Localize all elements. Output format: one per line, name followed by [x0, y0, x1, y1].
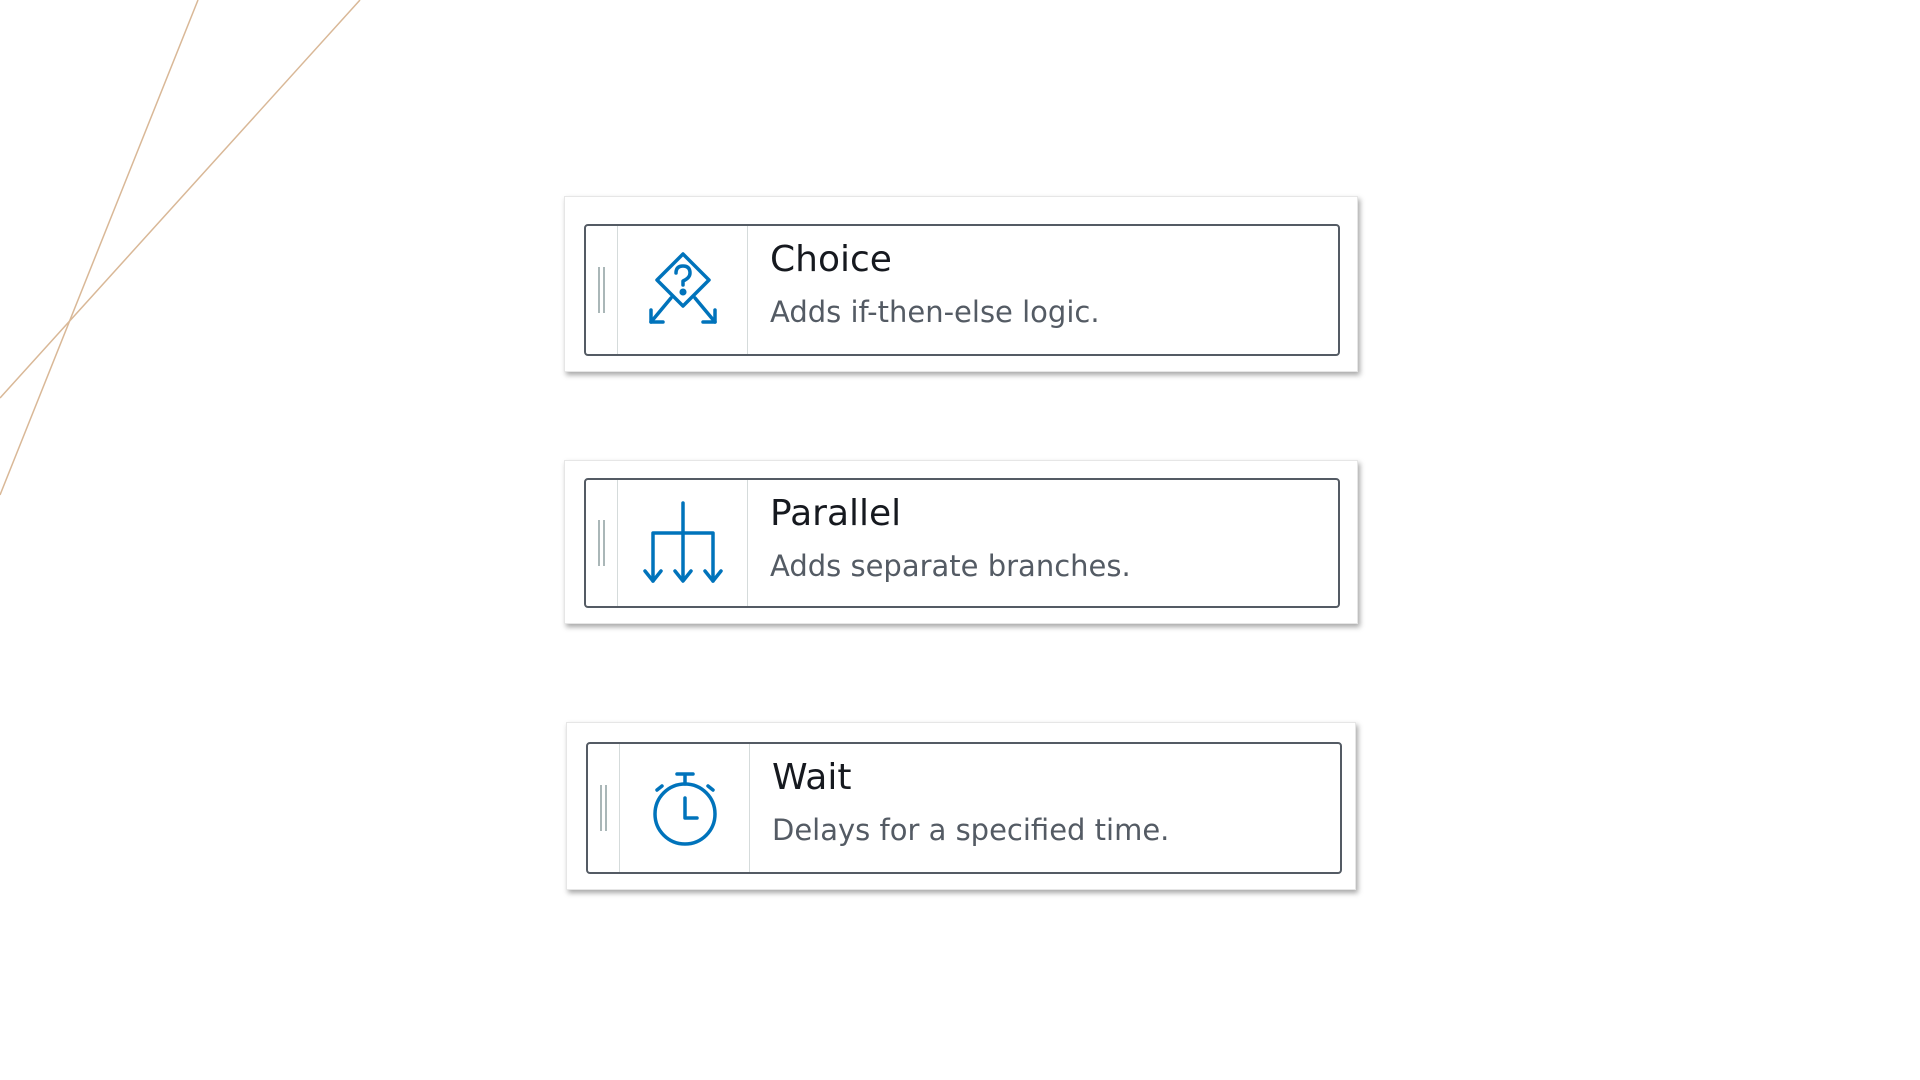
state-title: Choice — [770, 239, 892, 280]
state-description: Delays for a specified time. — [772, 813, 1170, 847]
choice-diamond-question-icon — [648, 252, 717, 324]
state-title: Wait — [772, 757, 852, 798]
choice-icon-cell — [618, 226, 748, 354]
state-description: Adds separate branches. — [770, 549, 1131, 583]
drag-handle[interactable] — [588, 744, 620, 872]
grip-icon — [598, 267, 605, 313]
wait-icon-cell — [620, 744, 750, 872]
state-item-choice[interactable]: Choice Adds if-then-else logic. — [584, 224, 1340, 356]
state-description: Adds if-then-else logic. — [770, 295, 1100, 329]
state-item-parallel[interactable]: Parallel Adds separate branches. — [584, 478, 1340, 608]
drag-handle[interactable] — [586, 226, 618, 354]
stopwatch-icon — [652, 772, 717, 846]
parallel-icon-cell — [618, 480, 748, 606]
state-title: Parallel — [770, 493, 902, 534]
drag-handle[interactable] — [586, 480, 618, 606]
grip-icon — [600, 785, 607, 831]
grip-icon — [598, 520, 605, 566]
state-item-wait[interactable]: Wait Delays for a specified time. — [586, 742, 1342, 874]
parallel-branches-icon — [642, 501, 723, 583]
